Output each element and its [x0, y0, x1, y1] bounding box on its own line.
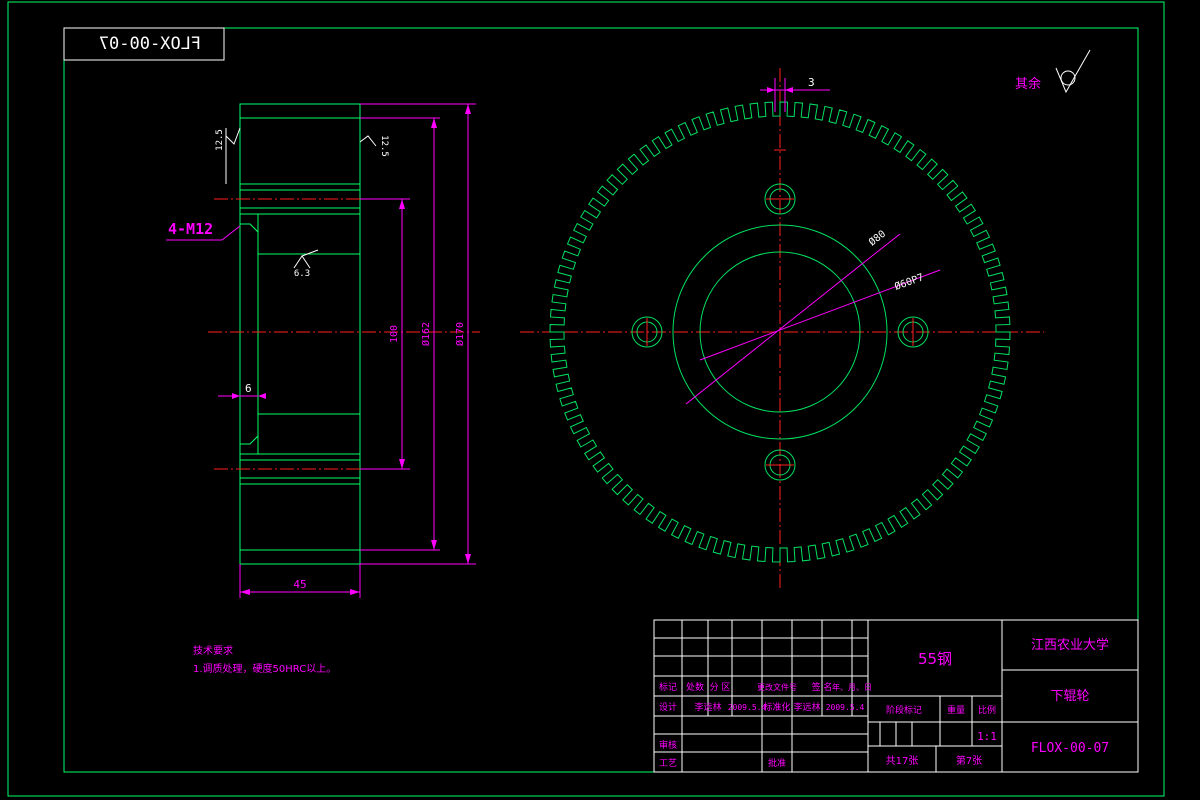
institution: 江西农业大学: [1031, 637, 1109, 653]
dim-170: Ø170: [454, 322, 466, 346]
title-block: 55钢 江西农业大学 下辊轮 FLOX-00-07 标记 处数 分 区 更改文件…: [653, 619, 1139, 773]
design-label: 设计: [659, 701, 677, 713]
dim-relief-6: 6: [245, 382, 252, 395]
drawing-number-mirrored: FLOX-00-07: [99, 34, 201, 54]
row-label-date: 年、月、日: [832, 682, 872, 692]
dim-162: Ø162: [420, 322, 432, 346]
design-date: 2009.5.4: [728, 703, 767, 712]
bolt-hole-top: [764, 183, 796, 215]
tech-req-item-1: 1.调质处理，硬度50HRC以上。: [193, 662, 336, 675]
stage-label: 阶段标记: [886, 704, 922, 716]
dim-100: 100: [389, 325, 400, 343]
roughness-top: 12.5: [215, 129, 225, 151]
bolt-hole-bottom: [764, 449, 796, 481]
scale-label: 比例: [978, 704, 996, 716]
bolt-hole-left: [631, 316, 663, 348]
standard-date: 2009.5.4: [826, 703, 865, 712]
roughness-top-right: 12.5: [379, 135, 389, 157]
standardizer: 李远林: [793, 701, 820, 713]
roughness-symbol-icon: [1055, 49, 1091, 94]
side-view: 100 Ø162 Ø170 45 6 4-M12 12.5 12.5 6.3: [166, 103, 480, 598]
sheets-total: 共17张: [886, 755, 919, 767]
thread-callout: 4-M12: [168, 220, 213, 238]
dim-width-45: 45: [293, 578, 306, 591]
row-label-count: 处数: [686, 681, 704, 693]
roughness-icon-left: [225, 127, 241, 145]
roughness-bore: 6.3: [294, 269, 310, 279]
technical-requirements: 技术要求 1.调质处理，硬度50HRC以上。: [193, 644, 336, 675]
row-label-zone: 分 区: [710, 682, 731, 693]
approve-label: 批准: [768, 757, 786, 769]
review-label: 审核: [659, 739, 677, 751]
surface-finish-note: 其余: [1015, 49, 1091, 94]
roughness-icon-bore: [293, 255, 311, 269]
dim-d80: Ø80: [866, 228, 888, 249]
scale-value: 1:1: [977, 730, 997, 743]
front-view: Ø80 Ø60P7 3: [520, 68, 1044, 588]
drawing-code: FLOX-00-07: [1031, 741, 1109, 756]
dim-d60: Ø60P7: [893, 271, 925, 293]
surface-finish-label: 其余: [1015, 76, 1041, 92]
row-label-change-doc: 更改文件号: [757, 682, 797, 692]
engineering-drawing: FLOX-00-07 其余 100 Ø162 Ø170 45 6 4-M12 1…: [7, 1, 1165, 797]
drawing-number-box: FLOX-00-07: [63, 27, 225, 61]
process-label: 工艺: [659, 758, 677, 769]
sheet-number: 第7张: [956, 754, 982, 767]
outer-frame: [7, 1, 1165, 797]
material: 55钢: [918, 650, 952, 668]
row-label-sign: 签 名: [812, 681, 833, 693]
roughness-circle-icon: [1060, 70, 1076, 86]
weight-label: 重量: [947, 704, 965, 716]
bolt-hole-right: [897, 316, 929, 348]
row-label-mark: 标记: [659, 681, 677, 693]
standard-label: 标准化: [763, 701, 790, 713]
dim-tooth-3: 3: [808, 76, 815, 89]
designer: 李远林: [694, 701, 721, 713]
tech-req-title: 技术要求: [193, 644, 233, 657]
inner-frame: [63, 27, 1139, 773]
part-name: 下辊轮: [1050, 689, 1089, 704]
roughness-icon-right: [359, 135, 377, 147]
